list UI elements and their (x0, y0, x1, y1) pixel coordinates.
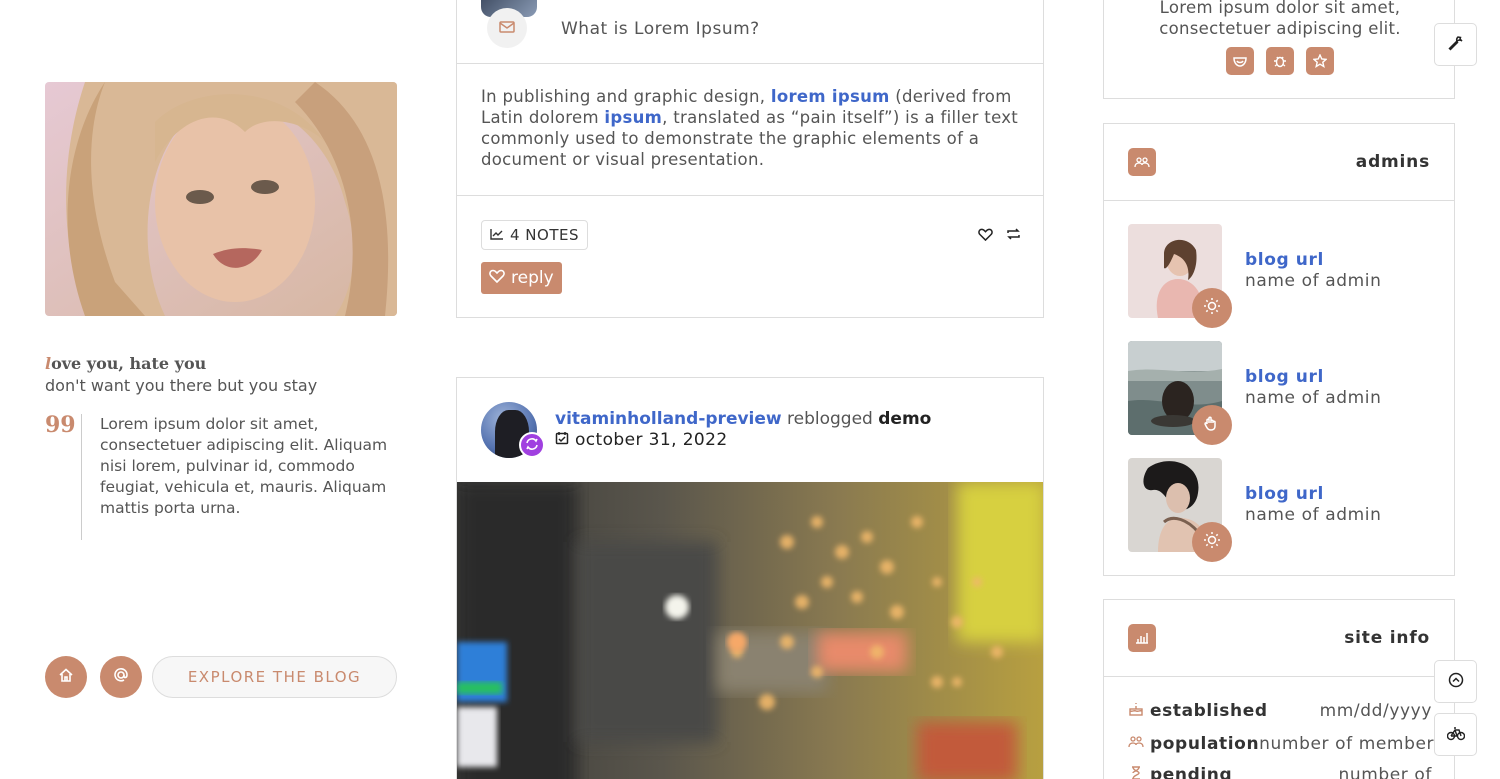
scroll-top-button[interactable] (1434, 660, 1477, 703)
admin-blog-url[interactable]: blog url (1245, 484, 1324, 504)
reblog-badge-icon (525, 436, 539, 455)
ask-badge (487, 8, 527, 48)
chart-line-icon (490, 226, 504, 244)
bar-chart-icon (1128, 624, 1156, 652)
reply-button[interactable]: reply (481, 262, 562, 294)
sun-icon (1203, 297, 1221, 319)
admin-blog-url[interactable]: blog url (1245, 250, 1324, 270)
star-icon[interactable] (1306, 47, 1334, 75)
home-button[interactable] (45, 656, 87, 698)
heart-icon (489, 268, 505, 288)
users-icon (1128, 148, 1156, 176)
answer-text: In publishing and graphic design, (481, 87, 771, 106)
customize-button[interactable] (1434, 23, 1477, 66)
hand-icon (1203, 414, 1221, 436)
smile-icon[interactable] (1226, 47, 1254, 75)
admin-name: name of admin (1245, 388, 1382, 408)
envelope-icon (499, 19, 515, 38)
description-icons (1104, 47, 1456, 75)
like-heart-icon[interactable] (978, 226, 993, 245)
description-box: Lorem ipsum dolor sit amet, consectetuer… (1103, 0, 1455, 99)
calendar-icon (555, 430, 569, 450)
bicycle-icon (1446, 725, 1465, 745)
quote-mark-icon: 99 (45, 412, 76, 438)
ask-question: What is Lorem Ipsum? (561, 19, 760, 39)
admin-blog-url[interactable]: blog url (1245, 367, 1324, 387)
ask-post-card: What is Lorem Ipsum? In publishing and g… (456, 0, 1044, 318)
info-value: mm/dd/yyyy (1319, 701, 1432, 721)
post-date-text[interactable]: october 31, 2022 (575, 430, 728, 450)
site-info-header: site info (1104, 600, 1454, 677)
users-icon (1128, 734, 1144, 754)
admins-title: admins (1355, 152, 1430, 172)
reblog-icon[interactable] (1006, 226, 1021, 245)
description-text: Lorem ipsum dolor sit amet, consectetuer… (1159, 0, 1401, 38)
reblog-post-header: vitaminholland-preview reblogged demo oc… (457, 378, 1043, 482)
notes-button[interactable]: 4 NOTES (481, 220, 589, 250)
quote-title-text: ove you, hate you (51, 354, 207, 373)
answer-body: In publishing and graphic design, lorem … (457, 64, 1043, 196)
wrench-icon (1447, 35, 1464, 55)
post-photo (457, 482, 1043, 779)
notes-count: 4 NOTES (510, 226, 580, 244)
info-label: pending (1150, 765, 1233, 779)
reblogger-username-link[interactable]: vitaminholland-preview (555, 409, 782, 429)
admin-name: name of admin (1245, 271, 1382, 291)
hourglass-icon (1128, 765, 1144, 779)
sidebar-portrait-image (45, 82, 397, 316)
cake-icon (1128, 701, 1144, 722)
info-label: established (1150, 701, 1268, 721)
admin-badge (1192, 405, 1232, 445)
reblog-post-card: vitaminholland-preview reblogged demo oc… (456, 377, 1044, 779)
admin-badge (1192, 288, 1232, 328)
theme-credit-button[interactable] (1434, 713, 1477, 756)
reblog-action-text: reblogged (781, 409, 879, 429)
info-value: number of member (1259, 734, 1435, 754)
quote-subtitle: don't want you there but you stay (45, 376, 318, 395)
post-footer: 4 NOTES reply (457, 196, 1043, 317)
reply-label: reply (511, 268, 554, 288)
quote-title: love you, hate you (45, 354, 206, 373)
quote-body: Lorem ipsum dolor sit amet, consectetuer… (81, 414, 397, 540)
chevron-up-circle-icon (1448, 672, 1464, 692)
reblog-source-link[interactable]: demo (878, 409, 931, 429)
admin-card: blog url name of admin (1128, 341, 1432, 445)
site-info-title: site info (1344, 628, 1430, 648)
info-row-population: population number of member (1128, 733, 1435, 755)
ask-post-header: What is Lorem Ipsum? (457, 0, 1043, 64)
admin-name: name of admin (1245, 505, 1382, 525)
answer-link[interactable]: ipsum (604, 108, 662, 127)
at-icon (113, 667, 129, 687)
info-row-established: established mm/dd/yyyy (1128, 700, 1432, 722)
sun-icon (1203, 531, 1221, 553)
reblog-badge (519, 432, 545, 458)
admin-badge (1192, 522, 1232, 562)
answer-link[interactable]: lorem ipsum (771, 87, 890, 106)
home-icon (58, 667, 74, 687)
admins-header: admins (1104, 124, 1454, 201)
admin-card: blog url name of admin (1128, 458, 1432, 562)
info-value: number of (1338, 765, 1432, 779)
admins-box: admins blog url name of admin blog url n… (1103, 123, 1455, 576)
ask-button[interactable] (100, 656, 142, 698)
post-date: october 31, 2022 (555, 430, 728, 450)
bug-icon[interactable] (1266, 47, 1294, 75)
admin-card: blog url name of admin (1128, 224, 1432, 328)
site-info-box: site info established mm/dd/yyyy populat… (1103, 599, 1455, 779)
info-label: population (1150, 734, 1260, 754)
explore-blog-button[interactable]: EXPLORE THE BLOG (152, 656, 397, 698)
info-row-pending: pending number of (1128, 764, 1432, 779)
reblog-attribution: vitaminholland-preview reblogged demo (555, 409, 931, 429)
